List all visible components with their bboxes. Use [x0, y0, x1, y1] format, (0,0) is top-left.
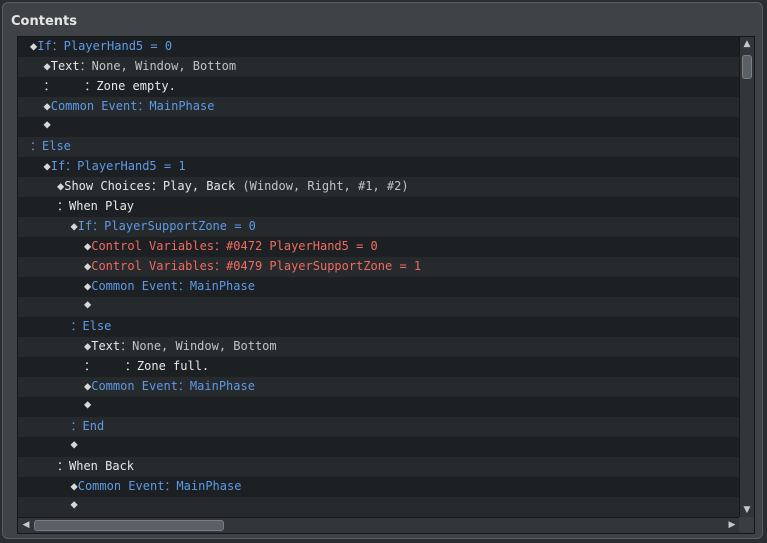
diamond-icon: ◆	[70, 497, 78, 511]
command-text: Common Event：MainPhase	[50, 99, 215, 113]
command-row[interactable]: ：Else	[18, 317, 740, 337]
command-text: Text	[50, 59, 80, 73]
command-text: ：Else	[30, 139, 71, 153]
command-row[interactable]: ：When Play	[18, 197, 740, 217]
command-row[interactable]: ◆Text：None, Window, Bottom	[18, 337, 740, 357]
horizontal-scroll-thumb[interactable]	[34, 520, 224, 531]
diamond-icon: ◆	[43, 59, 51, 73]
command-text: Text	[91, 339, 121, 353]
command-row[interactable]: ◆Show Choices：Play, Back (Window, Right,…	[18, 177, 740, 197]
command-text: ：When Play	[57, 199, 135, 213]
command-text: Control Variables：#0479 PlayerSupportZon…	[91, 259, 422, 273]
command-text: ：When Back	[57, 459, 135, 473]
command-row[interactable]: ◆Control Variables：#0472 PlayerHand5 = 0	[18, 237, 740, 257]
diamond-icon: ◆	[43, 99, 51, 113]
command-text: Common Event：MainPhase	[91, 379, 255, 393]
command-text: Common Event：MainPhase	[77, 479, 242, 493]
command-row[interactable]: ： ：Zone empty.	[18, 77, 740, 97]
command-text: If：PlayerHand5 = 1	[50, 159, 186, 173]
diamond-icon: ◆	[70, 219, 78, 233]
command-row[interactable]: ◆	[18, 437, 740, 457]
arrow-right-icon[interactable]: ▶	[725, 518, 739, 532]
command-text: If：PlayerSupportZone = 0	[77, 219, 256, 233]
diamond-icon: ◆	[84, 397, 92, 411]
command-row[interactable]: ◆Common Event：MainPhase	[18, 97, 740, 117]
command-row[interactable]: ◆Common Event：MainPhase	[18, 477, 740, 497]
command-row[interactable]: ：End	[18, 417, 740, 437]
arrow-down-icon[interactable]: ▼	[740, 503, 754, 517]
command-row[interactable]: ◆	[18, 497, 740, 517]
command-row[interactable]: ：When Back	[18, 457, 740, 477]
command-row[interactable]: ◆Text：None, Window, Bottom	[18, 57, 740, 77]
command-row[interactable]: ◆If：PlayerSupportZone = 0	[18, 217, 740, 237]
vertical-scroll-thumb[interactable]	[742, 55, 752, 79]
command-text: ：None, Window, Bottom	[79, 59, 237, 73]
command-row[interactable]: ◆If：PlayerHand5 = 1	[18, 157, 740, 177]
command-text: Control Variables：#0472 PlayerHand5 = 0	[91, 239, 378, 253]
command-text: ：None, Window, Bottom	[120, 339, 277, 353]
command-row[interactable]: ◆Common Event：MainPhase	[18, 377, 740, 397]
command-row[interactable]: ◆Common Event：MainPhase	[18, 277, 740, 297]
command-row[interactable]: ◆	[18, 117, 740, 137]
command-text: ： ：Zone full.	[84, 359, 210, 373]
arrow-left-icon[interactable]: ◀	[19, 518, 33, 532]
command-row[interactable]: ：Else	[18, 137, 740, 157]
command-row[interactable]: ◆If：PlayerHand5 = 0	[18, 37, 740, 57]
arrow-up-icon[interactable]: ▲	[740, 37, 754, 51]
diamond-icon: ◆	[70, 479, 78, 493]
command-row[interactable]: ◆Control Variables：#0479 PlayerSupportZo…	[18, 257, 740, 277]
command-row[interactable]: ： ：Zone full.	[18, 357, 740, 377]
diamond-icon: ◆	[43, 117, 51, 131]
command-text: (Window, Right, #1, #2)	[235, 179, 409, 193]
command-text: ： ：Zone empty.	[43, 79, 176, 93]
vertical-scrollbar[interactable]: ▲ ▼	[739, 37, 754, 517]
diamond-icon: ◆	[84, 297, 92, 311]
contents-panel: Contents ◆If：PlayerHand5 = 0 ◆Text：None, …	[2, 2, 763, 539]
diamond-icon: ◆	[70, 437, 78, 451]
event-command-list[interactable]: ◆If：PlayerHand5 = 0 ◆Text：None, Window, B…	[17, 36, 755, 534]
scroll-corner	[739, 517, 754, 533]
horizontal-scrollbar[interactable]: ◀ ▶	[18, 517, 740, 533]
command-text: ：End	[70, 419, 105, 433]
command-text: ：Else	[70, 319, 112, 333]
panel-title: Contents	[11, 14, 77, 29]
command-row[interactable]: ◆	[18, 397, 740, 417]
command-text: Common Event：MainPhase	[91, 279, 255, 293]
command-text: Show Choices：Play, Back	[64, 179, 236, 193]
diamond-icon: ◆	[43, 159, 51, 173]
command-text: If：PlayerHand5 = 0	[37, 39, 173, 53]
command-row[interactable]: ◆	[18, 297, 740, 317]
command-rows: ◆If：PlayerHand5 = 0 ◆Text：None, Window, B…	[18, 37, 740, 517]
